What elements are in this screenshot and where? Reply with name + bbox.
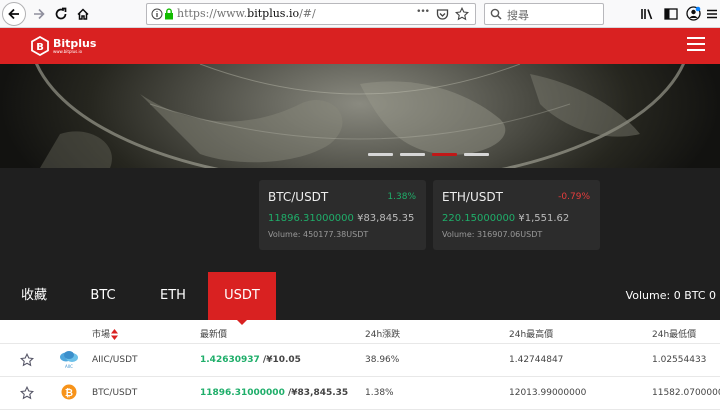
favorite-star-icon[interactable]	[20, 386, 34, 400]
browser-toolbar: https://www.bitplus.io/#/ ••• 搜尋	[0, 0, 720, 28]
reload-button[interactable]	[50, 3, 72, 25]
market-pair: BTC/USDT	[92, 388, 138, 398]
tab-usdt-label: USDT	[224, 288, 260, 303]
table-row[interactable]: ₿ BTC/USDT 11896.31000000 /¥83,845.35 1.…	[0, 377, 720, 410]
tab-favorites[interactable]: 收藏	[0, 272, 68, 320]
change-24h: 1.38%	[365, 388, 394, 398]
page-actions-button[interactable]: •••	[416, 7, 430, 17]
last-price-value: 11896.31000000	[200, 388, 285, 398]
slider-dot-active[interactable]	[432, 153, 457, 156]
tab-btc[interactable]: BTC	[68, 272, 138, 320]
last-price-cny: /¥83,845.35	[287, 388, 349, 398]
column-market-label: 市場	[92, 330, 111, 340]
info-icon	[151, 8, 163, 20]
url-prefix: https://www.	[177, 7, 248, 20]
last-price-cny: /¥10.05	[262, 355, 301, 365]
tab-eth[interactable]: ETH	[138, 272, 208, 320]
column-24h-low[interactable]: 24h最低價	[652, 327, 696, 340]
ticker-card-eth-usdt[interactable]: ETH/USDT -0.79% 220.15000000 ¥1,551.62 V…	[433, 180, 600, 250]
menu-icon[interactable]	[706, 8, 718, 20]
slider-dot[interactable]	[368, 153, 393, 156]
market-table: 市場 最新價 24h漲跌 24h最高價 24h最低價 AIIC AIIC/USD…	[0, 320, 720, 410]
forward-button[interactable]	[28, 3, 50, 25]
ticker-price-row: 220.15000000 ¥1,551.62	[442, 213, 569, 224]
url-bar[interactable]: https://www.bitplus.io/#/ •••	[146, 3, 476, 25]
globe-banner-image	[35, 64, 685, 168]
svg-text:AIIC: AIIC	[65, 364, 73, 369]
low-24h: 11582.07000000	[652, 388, 720, 398]
slider-dots	[368, 153, 489, 156]
slider-dot[interactable]	[464, 153, 489, 156]
slider-dot[interactable]	[400, 153, 425, 156]
url-host: bitplus.io	[247, 7, 300, 20]
ticker-volume: Volume: 450177.38USDT	[268, 230, 369, 239]
site-header: B Bitplus www.bitplus.io	[0, 28, 720, 64]
aiic-coin-icon: AIIC	[60, 351, 78, 369]
last-price: 11896.31000000 /¥83,845.35	[200, 388, 348, 398]
bitcoin-icon: ₿	[61, 384, 77, 400]
ticker-cny: ¥1,551.62	[518, 213, 570, 224]
tab-usdt[interactable]: USDT	[208, 272, 276, 325]
last-price: 1.42630937 /¥10.05	[200, 355, 301, 365]
bitplus-logo-icon: B	[31, 36, 49, 56]
home-button[interactable]	[72, 3, 94, 25]
hero-banner	[0, 64, 720, 168]
svg-text:₿: ₿	[65, 387, 73, 399]
ticker-card-btc-usdt[interactable]: BTC/USDT 1.38% 11896.31000000 ¥83,845.35…	[259, 180, 426, 250]
high-24h: 12013.99000000	[509, 388, 587, 398]
library-icon[interactable]	[640, 7, 654, 21]
ticker-change: 1.38%	[387, 192, 416, 202]
total-volume: Volume: 0 BTC 0	[625, 289, 716, 302]
search-bar[interactable]: 搜尋	[484, 3, 604, 25]
lock-icon	[165, 8, 173, 20]
sort-arrows-icon[interactable]	[111, 329, 119, 340]
hamburger-menu-button[interactable]	[687, 37, 705, 51]
market-tabs: 收藏 BTC ETH USDT Volume: 0 BTC 0	[0, 272, 720, 325]
back-button[interactable]	[2, 2, 26, 26]
search-icon	[490, 8, 502, 20]
column-24h-change[interactable]: 24h漲跌	[365, 327, 400, 340]
ticker-strip: BTC/USDT 1.38% 11896.31000000 ¥83,845.35…	[0, 168, 720, 272]
market-pair: AIIC/USDT	[92, 355, 138, 365]
column-24h-high[interactable]: 24h最高價	[509, 327, 553, 340]
ticker-pair: BTC/USDT	[268, 190, 329, 204]
bookmark-star-icon[interactable]	[455, 7, 469, 21]
table-header: 市場 最新價 24h漲跌 24h最高價 24h最低價	[0, 320, 720, 344]
url-path: /#/	[299, 7, 316, 20]
arrow-right-icon	[34, 8, 45, 20]
pocket-icon[interactable]	[436, 8, 449, 21]
table-row[interactable]: AIIC AIIC/USDT 1.42630937 /¥10.05 38.96%…	[0, 344, 720, 377]
arrow-left-icon	[8, 8, 19, 20]
search-placeholder: 搜尋	[507, 9, 529, 22]
home-icon	[77, 8, 89, 20]
ticker-price: 220.15000000	[442, 213, 516, 224]
logo-name: Bitplus	[53, 36, 97, 50]
url-text: https://www.bitplus.io/#/	[177, 7, 316, 20]
site-logo[interactable]: B Bitplus www.bitplus.io	[30, 35, 96, 57]
high-24h: 1.42744847	[509, 355, 564, 365]
reload-icon	[55, 7, 67, 20]
ticker-cny: ¥83,845.35	[357, 213, 415, 224]
sidebar-icon[interactable]	[664, 7, 678, 21]
ticker-volume: Volume: 316907.06USDT	[442, 230, 543, 239]
ticker-pair: ETH/USDT	[442, 190, 503, 204]
last-price-value: 1.42630937	[200, 355, 260, 365]
column-market[interactable]: 市場	[92, 327, 119, 340]
ticker-price-row: 11896.31000000 ¥83,845.35	[268, 213, 414, 224]
column-last-price[interactable]: 最新價	[200, 327, 227, 340]
ticker-change: -0.79%	[558, 192, 590, 202]
ticker-price: 11896.31000000	[268, 213, 354, 224]
account-icon[interactable]	[686, 6, 701, 21]
favorite-star-icon[interactable]	[20, 353, 34, 367]
change-24h: 38.96%	[365, 355, 400, 365]
low-24h: 1.02554433	[652, 355, 707, 365]
svg-text:B: B	[36, 42, 44, 53]
